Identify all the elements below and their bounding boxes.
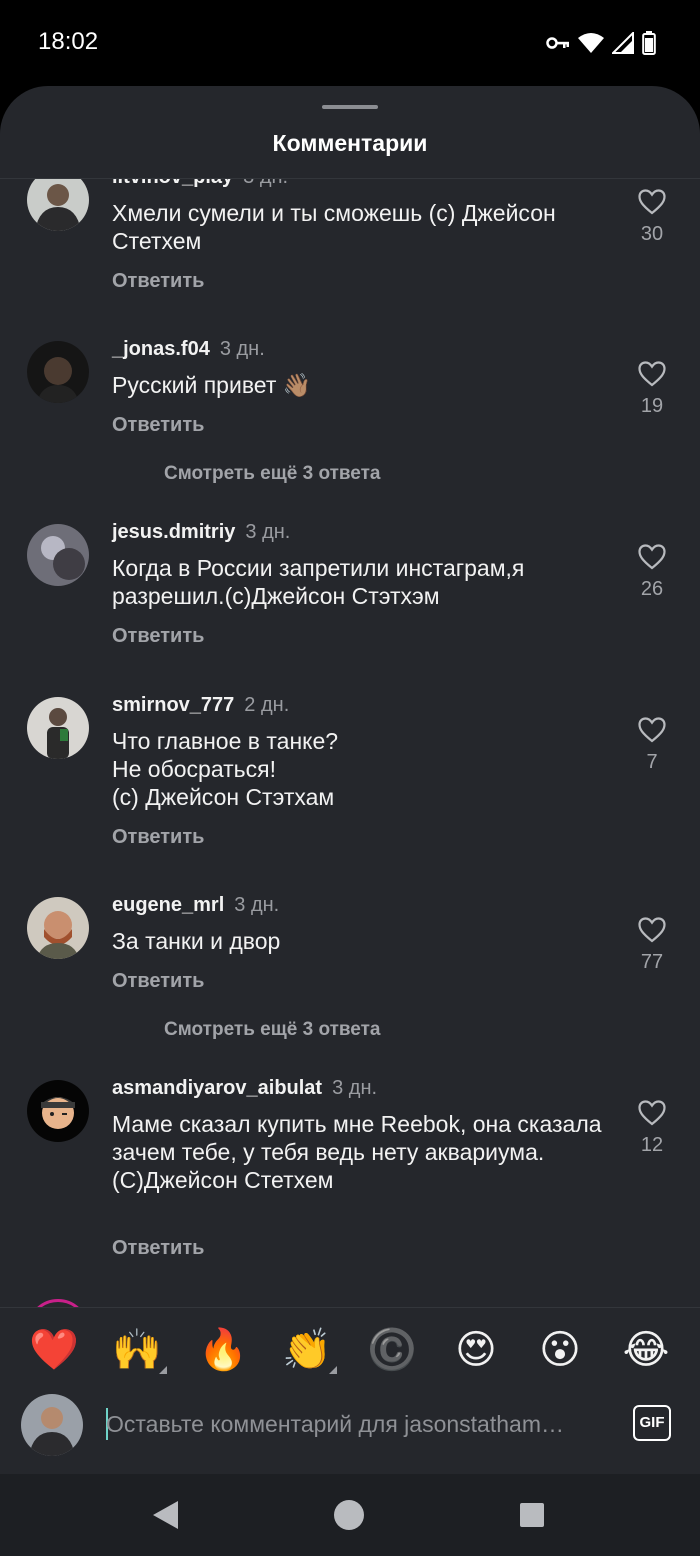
comment-list[interactable]: litvinov_play 3 дн. Хмели сумели и ты смо… <box>0 179 700 1307</box>
emoji-fire[interactable]: 🔥 <box>197 1324 249 1376</box>
like-count: 19 <box>640 395 664 417</box>
username[interactable]: jesus.dmitriy <box>112 521 235 543</box>
reply-button[interactable]: Ответить <box>112 625 204 648</box>
comments-sheet: Комментарии litvinov_play 3 дн. Хмели сум… <box>0 86 700 1474</box>
comment-time: 3 дн. <box>219 338 265 360</box>
username[interactable]: litvinov_play <box>112 179 233 188</box>
home-icon[interactable] <box>333 1499 365 1531</box>
comment-text: За танки и двор <box>112 928 281 954</box>
avatar[interactable] <box>27 697 89 759</box>
emoji-variants-indicator <box>159 1366 167 1374</box>
comment-time: 3 дн. <box>243 179 288 188</box>
comment-meta: asmandiyarov_aibulat 3 дн. <box>112 1077 377 1100</box>
view-more-replies[interactable]: Смотреть ещё 3 ответа <box>164 1019 381 1041</box>
like-button[interactable]: 7 <box>622 717 682 774</box>
comment-meta: _jonas.f04 3 дн. <box>112 338 265 361</box>
comment-time: 3 дн. <box>245 521 291 543</box>
like-button[interactable]: 26 <box>622 544 682 601</box>
username[interactable]: _jonas.f04 <box>112 338 210 360</box>
like-count: 7 <box>646 751 658 773</box>
emoji-surprised[interactable]: 😮 <box>534 1324 586 1376</box>
comment-meta: eugene_mrl 3 дн. <box>112 894 279 917</box>
heart-icon <box>638 544 666 570</box>
avatar[interactable] <box>27 1299 89 1307</box>
avatar[interactable] <box>27 341 89 403</box>
back-icon[interactable] <box>150 1499 180 1531</box>
status-icons <box>546 30 656 56</box>
like-button[interactable]: 30 <box>622 189 682 246</box>
avatar[interactable] <box>27 1080 89 1142</box>
emoji-heart[interactable]: ❤️ <box>28 1324 80 1376</box>
emoji-raised-hands-glyph: 🙌 <box>112 1328 162 1372</box>
comment-meta: litvinov_play 3 дн. <box>112 179 288 189</box>
reply-button[interactable]: Ответить <box>112 414 204 437</box>
like-button[interactable]: 19 <box>622 361 682 418</box>
heart-icon <box>638 361 666 387</box>
like-count: 12 <box>640 1134 664 1156</box>
comment-text: Маме сказал купить мне Reebok, она сказа… <box>112 1111 602 1193</box>
emoji-variants-indicator <box>329 1366 337 1374</box>
status-bar: 18:02 <box>0 0 700 86</box>
emoji-heart-eyes[interactable]: 😍 <box>450 1324 502 1376</box>
username[interactable]: asmandiyarov_aibulat <box>112 1077 322 1099</box>
heart-icon <box>638 917 666 943</box>
comment-text: Когда в России запретили инстаграм,я раз… <box>112 555 525 609</box>
avatar[interactable] <box>27 524 89 586</box>
drag-handle[interactable] <box>322 105 378 109</box>
comment-time: 2 дн. <box>244 694 290 716</box>
status-time: 18:02 <box>38 28 99 55</box>
avatar[interactable] <box>27 179 89 231</box>
current-user-avatar <box>21 1394 83 1456</box>
battery-icon <box>642 31 656 55</box>
cell-signal-icon <box>612 32 634 54</box>
sheet-title: Комментарии <box>272 130 428 156</box>
emoji-copyright[interactable]: ©️ <box>366 1324 418 1376</box>
comment-text: Русский привет 👋🏽 <box>112 372 312 398</box>
gif-button[interactable]: GIF <box>633 1405 671 1441</box>
reply-button[interactable]: Ответить <box>112 1237 204 1260</box>
emoji-clapping-glyph: 👏 <box>282 1328 332 1372</box>
username[interactable]: eugene_mrl <box>112 894 224 916</box>
like-count: 30 <box>640 223 664 245</box>
heart-icon <box>638 189 666 215</box>
navigation-bar <box>0 1474 700 1556</box>
comment-input[interactable] <box>106 1410 586 1438</box>
reply-button[interactable]: Ответить <box>112 270 204 293</box>
reply-button[interactable]: Ответить <box>112 970 204 993</box>
comment-time: 3 дн. <box>332 1077 378 1099</box>
username[interactable]: smirnov_777 <box>112 694 234 716</box>
heart-icon <box>638 1100 666 1126</box>
like-button[interactable]: 12 <box>622 1100 682 1157</box>
emoji-raised-hands[interactable]: 🙌 <box>111 1324 167 1376</box>
like-count: 26 <box>640 578 664 600</box>
comment-text: Хмели сумели и ты сможешь (с) Джейсон Ст… <box>112 200 556 254</box>
comment-text: Что главное в танке? Не обосраться! (с) … <box>112 728 339 810</box>
emoji-clapping-hands[interactable]: 👏 <box>281 1324 337 1376</box>
comment-meta: jesus.dmitriy 3 дн. <box>112 521 290 544</box>
comment-input-area[interactable] <box>106 1404 596 1444</box>
comment-time: 3 дн. <box>234 894 280 916</box>
recents-icon[interactable] <box>519 1502 545 1528</box>
heart-icon <box>638 717 666 743</box>
like-count: 77 <box>640 951 664 973</box>
composer-section: ❤️ 🙌 🔥 👏 ©️ 😍 😮 😂 GIF <box>0 1307 700 1475</box>
view-more-replies[interactable]: Смотреть ещё 3 ответа <box>164 463 381 485</box>
avatar[interactable] <box>27 897 89 959</box>
reply-button[interactable]: Ответить <box>112 826 204 849</box>
comment-meta: smirnov_777 2 дн. <box>112 694 289 717</box>
emoji-tears-of-joy[interactable]: 😂 <box>620 1324 672 1376</box>
wifi-icon <box>578 33 604 53</box>
vpn-key-icon <box>546 37 569 49</box>
like-button[interactable]: 77 <box>622 917 682 974</box>
